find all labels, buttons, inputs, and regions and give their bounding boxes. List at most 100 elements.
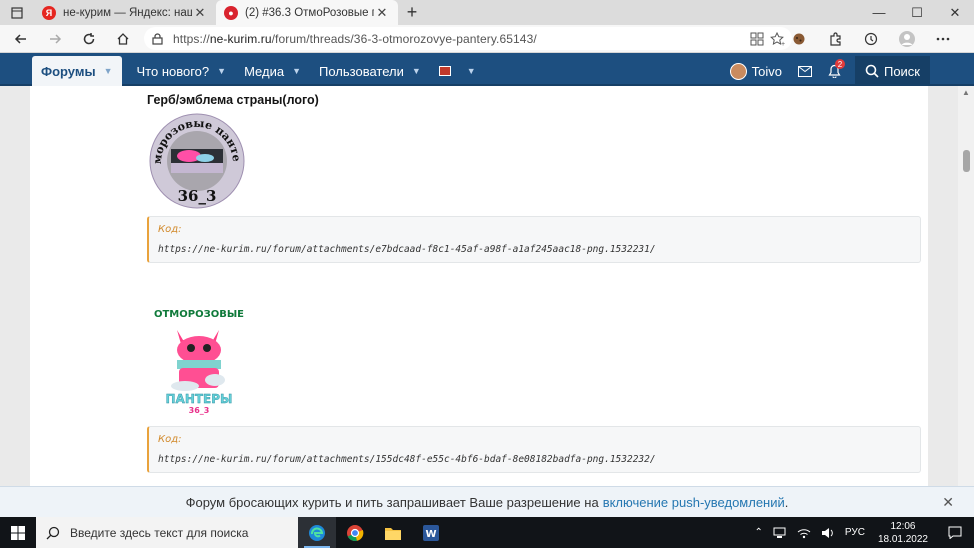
cat-logo-bottom-text: ПАНТЕРЫ (166, 392, 233, 406)
yandex-icon: Я (42, 5, 56, 20)
home-button[interactable] (106, 25, 140, 53)
account-menu[interactable]: Toivo (722, 56, 790, 86)
username: Toivo (751, 63, 782, 79)
cat-logo-image[interactable]: ОТМОРОЗОВЫЕ ПАНТЕРЫ 36_3 (147, 308, 252, 416)
edge-browser-icon (309, 524, 325, 541)
tab-actions-button[interactable] (0, 0, 34, 25)
post-heading: Герб/эмблема страны(лого) (147, 93, 319, 107)
page-scrollbar[interactable]: ▲ (958, 86, 974, 486)
chevron-down-icon[interactable]: ▼ (467, 66, 476, 76)
more-menu-icon[interactable] (926, 25, 960, 53)
cat-logo-top-text: ОТМОРОЗОВЫЕ (154, 309, 244, 320)
clock[interactable]: 12:06 18.01.2022 (870, 520, 936, 546)
chevron-down-icon[interactable]: ▼ (217, 66, 226, 76)
alerts-button[interactable]: 2 (820, 56, 849, 86)
network-icon[interactable] (768, 527, 792, 539)
windows-taskbar: Введите здесь текст для поиска W ⌃ РУС 1… (0, 517, 974, 548)
folder-icon (385, 527, 401, 540)
scroll-up-icon[interactable]: ▲ (962, 88, 970, 97)
nav-tab-extra[interactable]: ▼ (430, 56, 485, 86)
forward-button[interactable] (38, 25, 72, 53)
minimize-icon[interactable]: — (860, 0, 898, 25)
code-text: https://ne-kurim.ru/forum/attachments/15… (158, 454, 656, 465)
page-content: Герб/эмблема страны(лого) Отморозовые па… (0, 86, 958, 486)
code-block[interactable]: Код: https://ne-kurim.ru/forum/attachmen… (147, 216, 921, 263)
tab-title: (2) #36.3 ОтмоРозовые пантеры (245, 6, 374, 19)
forward-arrow-icon (50, 33, 62, 44)
flag-icon (438, 66, 451, 76)
clock-time: 12:06 (890, 520, 916, 532)
start-button[interactable] (0, 517, 36, 548)
emblem-number-text: 36_3 (178, 187, 217, 205)
post-body: Герб/эмблема страны(лого) Отморозовые па… (30, 86, 928, 486)
close-tab-icon[interactable]: ✕ (192, 5, 208, 21)
refresh-icon (83, 32, 95, 44)
home-icon (117, 32, 129, 45)
extensions-icon[interactable] (818, 25, 852, 53)
tab-title: не-курим — Яндекс: нашлось 1 (63, 6, 192, 19)
avatar (729, 62, 747, 80)
search-icon (865, 64, 879, 78)
chrome-browser-icon (347, 524, 364, 541)
profile-avatar-icon[interactable] (890, 25, 924, 53)
browser-extensions (782, 25, 960, 53)
back-arrow-icon (14, 33, 26, 44)
nav-tab-forums[interactable]: Форумы ▼ (32, 56, 122, 86)
tab-actions-icon (11, 6, 23, 19)
scrollbar-thumb[interactable] (963, 150, 970, 172)
new-tab-button[interactable]: + (398, 0, 426, 25)
site-icon: ● (224, 5, 238, 20)
search-button[interactable]: Поиск (854, 56, 930, 86)
close-window-icon[interactable]: ✕ (936, 0, 974, 25)
chevron-down-icon[interactable]: ▼ (292, 66, 301, 76)
taskbar-word[interactable]: W (412, 517, 450, 548)
nav-tab-label: Медиа (244, 63, 285, 79)
back-button[interactable] (4, 25, 38, 53)
code-label: Код: (158, 434, 182, 445)
notifications-icon[interactable] (936, 526, 974, 539)
url-text: https://ne-kurim.ru/forum/threads/36-3-o… (173, 31, 537, 46)
taskbar-search-placeholder: Введите здесь текст для поиска (70, 525, 249, 540)
nav-tab-whats-new[interactable]: Что нового? ▼ (128, 56, 236, 86)
browser-tab-strip: Я не-курим — Яндекс: нашлось 1 ✕ ● (2) #… (0, 0, 974, 25)
push-notification-banner: Форум бросающих курить и пить запрашивае… (0, 486, 974, 517)
push-notice-suffix: . (784, 494, 789, 510)
refresh-button[interactable] (72, 25, 106, 53)
emblem-logo-image[interactable]: Отморозовые пантеры 36_3 (147, 111, 247, 211)
word-icon: W (423, 524, 439, 541)
browser-tab-yandex[interactable]: Я не-курим — Яндекс: нашлось 1 ✕ (34, 0, 216, 25)
nav-tab-media[interactable]: Медиа ▼ (235, 56, 310, 86)
nav-tab-members[interactable]: Пользователи ▼ (310, 56, 430, 86)
volume-icon[interactable] (816, 527, 840, 539)
push-notice-text: Форум бросающих курить и пить запрашивае… (185, 494, 599, 510)
window-controls: — ☐ ✕ (860, 0, 974, 25)
close-icon[interactable]: ✕ (942, 494, 954, 511)
system-tray: ⌃ РУС 12:06 18.01.2022 (750, 517, 974, 548)
windows-logo-icon (11, 525, 25, 540)
history-icon[interactable] (854, 25, 888, 53)
clock-date: 18.01.2022 (877, 533, 928, 545)
inbox-button[interactable] (790, 56, 820, 86)
tray-overflow-chevron-icon[interactable]: ⌃ (750, 527, 768, 538)
alerts-badge: 2 (834, 59, 845, 69)
forum-navigation: Форумы ▼ Что нового? ▼ Медиа ▼ Пользоват… (0, 53, 974, 86)
taskbar-chrome[interactable] (336, 517, 374, 548)
address-bar[interactable]: https://ne-kurim.ru/forum/threads/36-3-o… (144, 27, 792, 50)
close-tab-icon[interactable]: ✕ (374, 5, 390, 21)
code-text: https://ne-kurim.ru/forum/attachments/e7… (158, 244, 656, 255)
taskbar-search-box[interactable]: Введите здесь текст для поиска (36, 517, 298, 548)
code-block[interactable]: Код: https://ne-kurim.ru/forum/attachmen… (147, 426, 921, 473)
language-indicator[interactable]: РУС (840, 527, 870, 538)
svg-text:W: W (425, 529, 436, 540)
browser-tab-forum[interactable]: ● (2) #36.3 ОтмоРозовые пантеры ✕ (216, 0, 398, 25)
cookie-extension-icon[interactable] (782, 25, 816, 53)
taskbar-edge[interactable] (298, 517, 336, 548)
chevron-down-icon[interactable]: ▼ (104, 66, 113, 76)
apps-icon[interactable] (750, 32, 764, 46)
chevron-down-icon[interactable]: ▼ (412, 66, 421, 76)
maximize-icon[interactable]: ☐ (898, 0, 936, 25)
nav-tab-label: Пользователи (319, 63, 404, 79)
enable-push-link[interactable]: включение push-уведомлений (603, 495, 785, 510)
wifi-icon[interactable] (792, 527, 816, 539)
taskbar-explorer[interactable] (374, 517, 412, 548)
